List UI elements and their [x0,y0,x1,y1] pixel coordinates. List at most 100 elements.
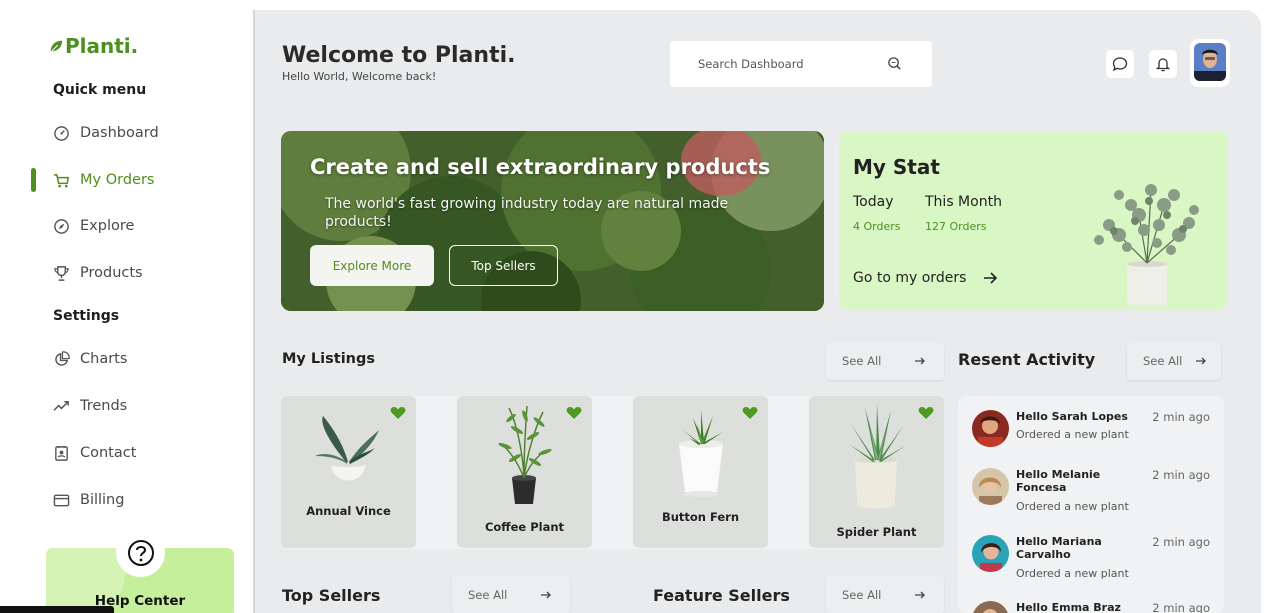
search-icon[interactable] [887,56,902,71]
activity-time: 2 min ago [1152,468,1210,482]
cart-icon [53,173,70,187]
feature-sellers-see-all-button[interactable]: See All [826,576,944,613]
listing-card-spider-plant[interactable]: Spider Plant [809,396,944,548]
activity-name: Hello Emma Braz [1016,601,1121,613]
page-title: Welcome to Planti. [282,43,516,68]
bell-icon [1155,58,1171,72]
arrow-right-icon [984,272,998,284]
sidebar-item-my-orders[interactable]: My Orders [53,168,154,192]
listings-see-all-button[interactable]: See All [826,342,944,380]
listing-name: Spider Plant [836,525,917,539]
hero-description: The world's fast growing industry today … [325,196,729,230]
hero-title: Create and sell extraordinary products [310,155,771,179]
activity-name: Hello Sarah Lopes [1016,410,1128,423]
sidebar-item-billing[interactable]: Billing [53,488,124,512]
sidebar-item-label: My Orders [80,172,155,188]
search-input[interactable]: Search Dashboard [670,41,932,87]
sidebar-item-explore[interactable]: Explore [53,214,134,238]
listing-card-coffee-plant[interactable]: Coffee Plant [457,396,592,548]
page-subtitle: Hello World, Welcome back! [282,70,437,83]
status-strip [0,606,114,613]
stat-title: My Stat [853,155,940,179]
pie-chart-icon [55,350,70,366]
listing-name: Coffee Plant [484,520,565,534]
user-avatar[interactable] [1190,39,1230,87]
search-placeholder: Search Dashboard [698,57,804,71]
sidebar-item-label: Dashboard [80,125,159,141]
sidebar-item-label: Contact [80,445,137,461]
activity-action: Ordered a new plant [1016,567,1129,580]
avatar [1194,43,1226,81]
plant-image [315,416,379,481]
sidebar-item-dashboard[interactable]: Dashboard [53,121,159,145]
hero-banner: Create and sell extraordinary products T… [281,131,824,311]
stat-today-label: Today [853,194,894,210]
listing-card-button-fern[interactable]: Button Fern [633,396,768,548]
listing-card-annual-vince[interactable]: Annual Vince [281,396,416,548]
sidebar-item-label: Billing [80,492,125,508]
feature-sellers-title: Feature Sellers [653,586,790,605]
arrow-right-icon [915,591,925,599]
avatar [972,535,1009,572]
contact-icon [55,445,68,461]
go-to-orders-link[interactable]: Go to my orders [853,270,998,286]
activity-name: Hello Mariana Carvalho [1016,535,1102,561]
settings-title: Settings [53,308,120,324]
compass-icon [54,218,69,234]
sidebar-item-label: Charts [80,351,128,367]
help-center-badge[interactable] [116,528,165,577]
activity-item[interactable]: Hello Emma Braz 2 min ago [972,601,1212,613]
plant-image [498,405,552,504]
sidebar-item-label: Trends [80,398,128,414]
eucalyptus-plant-image [1094,184,1199,305]
gauge-icon [54,125,69,141]
messages-button[interactable] [1106,50,1134,78]
card-icon [53,494,70,506]
plant-image [849,404,905,509]
top-sellers-button[interactable]: Top Sellers [449,245,558,286]
activity-time: 2 min ago [1152,601,1210,613]
plant-image [679,410,723,497]
see-all-label: See All [1143,354,1183,368]
arrow-right-icon [915,357,925,365]
sidebar-item-label: Explore [80,218,135,234]
app-root: Planti. Quick menu Dashboard My Orders E… [0,0,1284,613]
brand-name: Planti. [65,34,139,58]
stat-month-value: 127 Orders [925,220,987,233]
brand-logo[interactable]: Planti. [49,34,138,58]
trophy-icon [54,265,69,281]
activity-name: Hello Melanie Foncesa [1016,468,1101,494]
activity-see-all-button[interactable]: See All [1127,342,1221,380]
arrow-right-icon [1196,357,1206,365]
notifications-button[interactable] [1149,50,1177,78]
sidebar-item-products[interactable]: Products [53,261,143,285]
top-sellers-see-all-button[interactable]: See All [452,576,570,613]
sidebar-item-charts[interactable]: Charts [53,347,127,371]
see-all-label: See All [842,588,882,602]
activity-item[interactable]: Hello Mariana Carvalho Ordered a new pla… [972,535,1212,580]
sidebar-item-label: Products [80,265,143,281]
stat-month-label: This Month [925,194,1002,210]
active-indicator [31,168,36,192]
activity-item[interactable]: Hello Sarah Lopes Ordered a new plant 2 … [972,410,1212,450]
listing-name: Annual Vince [306,504,391,518]
chat-bubble-icon [1112,57,1128,72]
my-listings-title: My Listings [282,351,376,367]
activity-time: 2 min ago [1152,535,1210,549]
see-all-label: See All [468,588,508,602]
question-icon [127,539,154,566]
go-to-orders-label: Go to my orders [853,270,967,286]
see-all-label: See All [842,354,882,368]
activity-item[interactable]: Hello Melanie Foncesa Ordered a new plan… [972,468,1212,513]
trend-icon [53,400,69,411]
recent-activity-title: Resent Activity [958,350,1096,369]
top-sellers-title: Top Sellers [282,586,381,605]
sidebar-item-trends[interactable]: Trends [53,394,127,418]
avatar [972,410,1009,447]
activity-time: 2 min ago [1152,410,1210,424]
explore-more-button[interactable]: Explore More [310,245,434,286]
sidebar-item-contact[interactable]: Contact [53,441,136,465]
leaf-icon [50,40,63,52]
sidebar: Planti. Quick menu Dashboard My Orders E… [0,0,253,613]
activity-action: Ordered a new plant [1016,428,1129,441]
